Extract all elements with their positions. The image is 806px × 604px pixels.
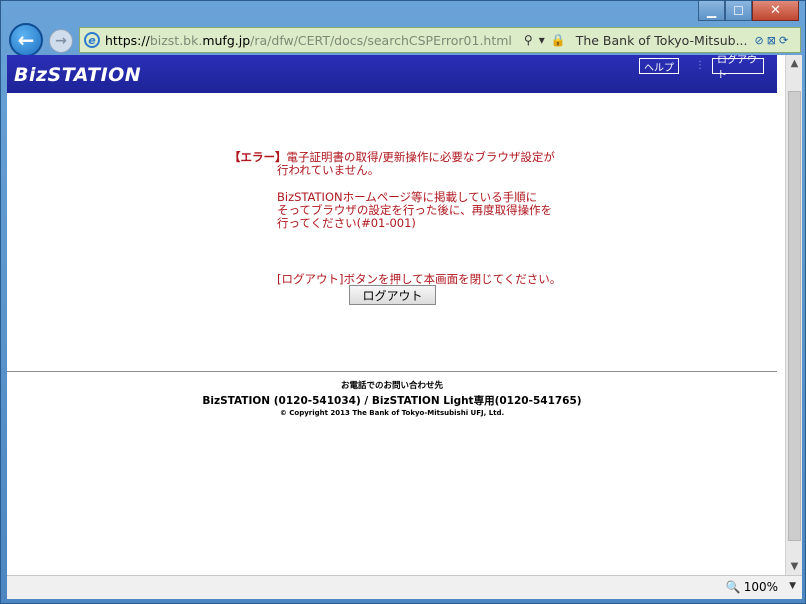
footer-divider [7, 371, 777, 372]
url-path: /ra/dfw/CERT/docs/searchCSPError01.html [250, 32, 512, 48]
address-tools: ⚲ ▾ 🔒 [524, 33, 572, 47]
forward-arrow-icon: → [55, 33, 67, 49]
url-protocol: https:// [105, 32, 150, 48]
site-header: BizSTATION ヘルプ ⋮ ログアウト [7, 55, 777, 93]
compat-view-icon[interactable]: ⊘ [755, 34, 764, 47]
help-link[interactable]: ヘルプ [639, 58, 679, 74]
chevron-down-icon[interactable]: ▾ [539, 33, 545, 47]
error-line-5: 行ってください(#01-001) [277, 216, 416, 230]
scroll-down-icon[interactable]: ▼ [786, 558, 803, 575]
copyright: © Copyright 2013 The Bank of Tokyo-Mitsu… [279, 409, 505, 417]
forward-button[interactable]: → [49, 29, 73, 53]
status-bar: 🔍 100% ▼ [7, 575, 802, 599]
minimize-button[interactable]: ▁ [698, 1, 725, 21]
header-logout-link[interactable]: ログアウト [712, 55, 764, 81]
address-extra-icons: ⊘ ⊠ ⟳ [752, 34, 789, 47]
refresh-icon[interactable]: ⟳ [779, 34, 788, 47]
zoom-control[interactable]: 🔍 100% [726, 580, 778, 594]
contact-phone: BizSTATION (0120-541034) / BizSTATION Li… [202, 395, 582, 407]
close-button[interactable]: ✕ [752, 1, 799, 21]
header-separator: ⋮ [695, 60, 705, 71]
url-host: mufg.jp [202, 32, 251, 48]
lock-icon[interactable]: 🔒 [551, 33, 566, 47]
ie-page-icon: e [84, 32, 100, 48]
zoom-dropdown-icon[interactable]: ▼ [789, 581, 796, 591]
navigation-bar: ← → e https:// bizst.bk. mufg.jp /ra/dfw… [7, 23, 801, 57]
stop-icon[interactable]: ⊠ [767, 34, 776, 47]
back-button[interactable]: ← [9, 23, 43, 57]
vertical-scrollbar[interactable]: ▲ ▼ [785, 55, 802, 575]
site-identity[interactable]: The Bank of Tokyo-Mitsub... [576, 33, 748, 48]
logout-button[interactable]: ログアウト [349, 285, 436, 305]
url-subdomain: bizst.bk. [149, 32, 203, 48]
back-arrow-icon: ← [17, 28, 35, 52]
contact-title: お電話でのお問い合わせ先 [340, 381, 443, 391]
page-viewport: BizSTATION ヘルプ ⋮ ログアウト 【エラー】 電子証明書の取得/更新… [7, 55, 785, 575]
address-bar[interactable]: e https:// bizst.bk. mufg.jp /ra/dfw/CER… [79, 27, 801, 53]
footer: お電話でのお問い合わせ先 BizSTATION (0120-541034) / … [7, 379, 777, 417]
error-line-2: 行われていません。 [277, 163, 380, 177]
scroll-thumb[interactable] [788, 91, 801, 541]
maximize-button[interactable]: ☐ [725, 1, 752, 21]
scroll-up-icon[interactable]: ▲ [786, 55, 803, 72]
search-icon[interactable]: ⚲ [524, 33, 533, 47]
browser-window: ▁ ☐ ✕ ← → e https:// bizst.bk. mufg.jp /… [0, 0, 806, 604]
bizstation-logo: BizSTATION [14, 64, 142, 86]
error-message: 【エラー】 電子証明書の取得/更新操作に必要なブラウザ設定が 行われていません。… [229, 151, 569, 230]
zoom-icon: 🔍 [725, 580, 741, 594]
caption-buttons: ▁ ☐ ✕ [698, 1, 799, 21]
zoom-level: 100% [743, 580, 778, 594]
